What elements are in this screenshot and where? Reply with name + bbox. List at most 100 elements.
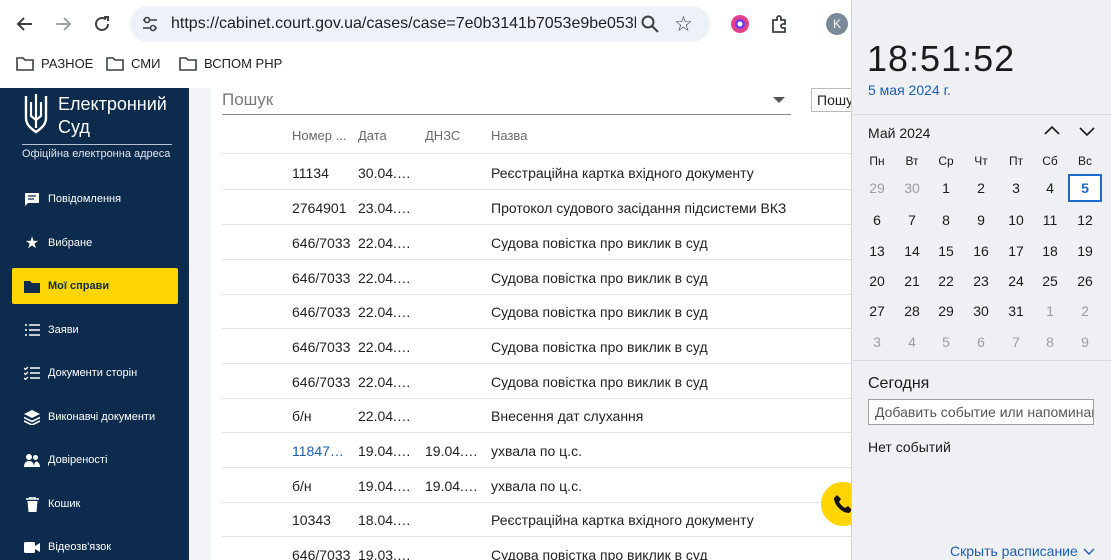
calendar-day[interactable]: 29 — [860, 174, 894, 202]
sidebar-item-favorites[interactable]: ★ Вибране — [12, 225, 178, 261]
sidebar-item-party-documents[interactable]: Документи сторін — [12, 355, 178, 391]
calendar-month-label[interactable]: Май 2024 — [868, 125, 930, 141]
cell-number-link[interactable]: 11847… — [292, 443, 344, 459]
calendar-day[interactable]: 28 — [895, 297, 929, 325]
table-row[interactable]: 646/7033 22.04.… Судова повістка про вик… — [222, 294, 851, 329]
search-select[interactable]: Пошук — [222, 88, 791, 115]
calendar-day[interactable]: 18 — [1033, 237, 1067, 265]
table-row[interactable]: б/н 19.04.… 19.04.… ухвала по ц.с. — [222, 468, 851, 503]
calendar-day[interactable]: 11 — [1033, 206, 1067, 234]
profile-avatar[interactable]: K — [826, 13, 848, 35]
calendar-day[interactable]: 7 — [895, 206, 929, 234]
folder-icon — [22, 277, 42, 295]
calendar-day[interactable]: 29 — [929, 297, 963, 325]
extension-icon[interactable] — [729, 13, 751, 35]
chevron-up-icon[interactable] — [1043, 122, 1061, 140]
table-row[interactable]: 10343 18.04.… Реєстраційна картка вхідно… — [222, 502, 851, 537]
calendar-day[interactable]: 6 — [860, 206, 894, 234]
zoom-icon[interactable] — [640, 14, 660, 34]
forward-button[interactable] — [48, 9, 78, 39]
calendar-day[interactable]: 3 — [999, 174, 1033, 202]
calendar-day[interactable]: 6 — [964, 328, 998, 356]
calendar-day[interactable]: 14 — [895, 237, 929, 265]
extensions-puzzle-icon[interactable] — [768, 13, 790, 35]
calendar-day[interactable]: 30 — [964, 297, 998, 325]
calendar-day[interactable]: 3 — [860, 328, 894, 356]
table-row[interactable]: 646/7033 22.04.… Судова повістка про вик… — [222, 364, 851, 399]
table-row[interactable]: 646/7033 19.03.… Судова повістка про вик… — [222, 537, 851, 560]
calendar-day[interactable]: 1 — [929, 174, 963, 202]
add-event-input[interactable]: Добавить событие или напоминание — [868, 399, 1094, 425]
table-header: Номер ... Дата ДНЗС Назва — [222, 118, 851, 154]
search-placeholder: Пошук — [222, 90, 274, 109]
calendar-day[interactable]: 7 — [999, 328, 1033, 356]
calendar-day[interactable]: 16 — [964, 237, 998, 265]
calendar-day[interactable]: 30 — [895, 174, 929, 202]
table-row[interactable]: 11847… 19.04.… 19.04.… ухвала по ц.с. — [222, 433, 851, 468]
folder-icon — [106, 57, 124, 71]
cell-number: б/н — [292, 478, 312, 494]
hide-schedule-label: Скрыть расписание — [950, 543, 1078, 559]
calendar-day[interactable]: 19 — [1068, 237, 1102, 265]
column-header-date[interactable]: Дата — [358, 128, 387, 143]
calendar-day[interactable]: 20 — [860, 267, 894, 295]
chevron-down-icon[interactable] — [1078, 122, 1096, 140]
calendar-day[interactable]: 8 — [929, 206, 963, 234]
no-events-text: Нет событий — [868, 439, 951, 455]
url-text[interactable]: https://cabinet.court.gov.ua/cases/case=… — [171, 15, 636, 33]
caret-down-icon[interactable] — [773, 97, 785, 103]
calendar-day-today[interactable]: 5 — [1068, 174, 1102, 202]
calendar-day[interactable]: 17 — [999, 237, 1033, 265]
phone-icon — [834, 495, 852, 513]
table-row[interactable]: 646/7033 22.04.… Судова повістка про вик… — [222, 260, 851, 295]
calendar-day[interactable]: 27 — [860, 297, 894, 325]
sidebar-item-video-call[interactable]: Відеозв'язок — [12, 529, 178, 560]
full-date-link[interactable]: 5 мая 2024 г. — [868, 82, 951, 98]
calendar-day[interactable]: 2 — [1068, 297, 1102, 325]
cell-number: 646/7033 — [292, 235, 351, 251]
calendar-day[interactable]: 31 — [999, 297, 1033, 325]
back-button[interactable] — [10, 9, 40, 39]
calendar-day[interactable]: 24 — [999, 267, 1033, 295]
hide-schedule-button[interactable]: Скрыть расписание — [950, 543, 1096, 559]
sidebar-item-trash[interactable]: Кошик — [12, 486, 178, 522]
calendar-day[interactable]: 21 — [895, 267, 929, 295]
bookmark-folder[interactable]: ВСПОМ РНР — [179, 56, 282, 71]
calendar-day[interactable]: 26 — [1068, 267, 1102, 295]
calendar-day[interactable]: 1 — [1033, 297, 1067, 325]
table-row[interactable]: 11134 30.04.… Реєстраційна картка вхідно… — [222, 155, 851, 190]
sidebar-item-notifications[interactable]: Повідомлення — [12, 181, 178, 217]
cell-number: 646/7033 — [292, 339, 351, 355]
column-header-number[interactable]: Номер ... — [292, 128, 346, 143]
calendar-day[interactable]: 22 — [929, 267, 963, 295]
table-row[interactable]: 646/7033 22.04.… Судова повістка про вик… — [222, 225, 851, 260]
calendar-day[interactable]: 2 — [964, 174, 998, 202]
calendar-day[interactable]: 10 — [999, 206, 1033, 234]
column-header-name[interactable]: Назва — [491, 128, 527, 143]
calendar-day[interactable]: 5 — [929, 328, 963, 356]
table-row[interactable]: 2764901 23.04.… Протокол судового засіда… — [222, 190, 851, 225]
sidebar-item-enforcement-documents[interactable]: Виконавчі документи — [12, 399, 178, 435]
bookmark-folder[interactable]: СМИ — [106, 56, 160, 71]
calendar-day[interactable]: 13 — [860, 237, 894, 265]
sidebar-item-my-cases[interactable]: Мої справи — [12, 268, 178, 304]
sidebar-item-applications[interactable]: Заяви — [12, 312, 178, 348]
calendar-day[interactable]: 4 — [1033, 174, 1067, 202]
calendar-day[interactable]: 9 — [1068, 328, 1102, 356]
sidebar-item-powers-of-attorney[interactable]: Довіреності — [12, 442, 178, 478]
bookmark-star-icon[interactable]: ☆ — [674, 12, 693, 37]
site-settings-icon[interactable] — [140, 14, 160, 34]
calendar-day[interactable]: 15 — [929, 237, 963, 265]
table-row[interactable]: 646/7033 22.04.… Судова повістка про вик… — [222, 329, 851, 364]
calendar-day[interactable]: 23 — [964, 267, 998, 295]
column-header-dnzs[interactable]: ДНЗС — [425, 128, 460, 143]
calendar-day[interactable]: 8 — [1033, 328, 1067, 356]
calendar-day[interactable]: 9 — [964, 206, 998, 234]
address-bar[interactable]: https://cabinet.court.gov.ua/cases/case=… — [130, 6, 710, 42]
reload-button[interactable] — [87, 9, 117, 39]
table-row[interactable]: б/н 22.04.… Внесення дат слухання — [222, 398, 851, 433]
calendar-day[interactable]: 12 — [1068, 206, 1102, 234]
calendar-day[interactable]: 4 — [895, 328, 929, 356]
bookmark-folder[interactable]: РАЗНОЕ — [16, 56, 93, 71]
calendar-day[interactable]: 25 — [1033, 267, 1067, 295]
